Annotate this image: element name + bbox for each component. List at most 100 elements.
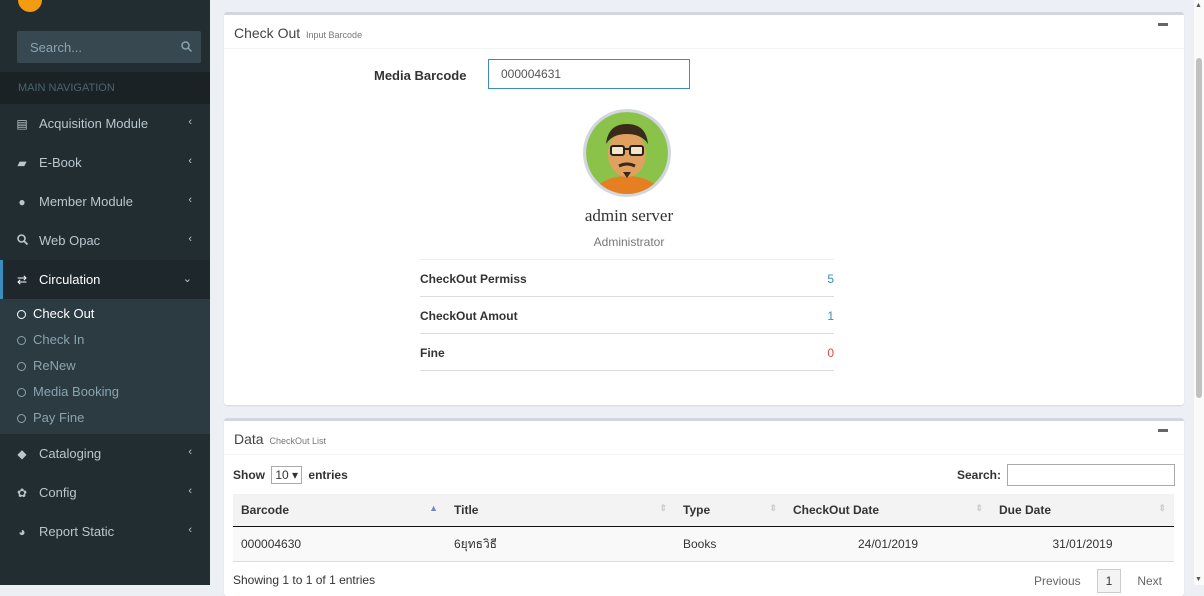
sort-asc-icon: ▲ (429, 503, 438, 513)
logo (18, 0, 42, 12)
cell-checkout-date: 24/01/2019 (785, 526, 991, 562)
avatar (583, 109, 671, 197)
document-icon: ▤ (16, 116, 28, 131)
gear-icon: ✿ (16, 485, 28, 500)
chevron-left-icon: ‹ (188, 524, 192, 536)
submenu-item-label: Check In (33, 332, 85, 347)
search-label: Search: (956, 468, 1001, 482)
box-header: Data CheckOut List (224, 421, 1184, 455)
sidebar-item-config[interactable]: ✿ Config ‹ (0, 473, 210, 512)
submenu-item-media-booking[interactable]: Media Booking (0, 379, 210, 405)
column-header-due-date[interactable]: Due Date ⇕ (991, 494, 1174, 527)
show-label: Show (233, 468, 265, 482)
box-title: Check Out Input Barcode (234, 25, 362, 41)
sidebar-item-circulation[interactable]: ⇄ Circulation ⌄ (0, 260, 210, 299)
page-scrollbar[interactable]: ▲ ▼ (1194, 0, 1204, 585)
box-subtitle: Input Barcode (306, 30, 363, 40)
media-barcode-label: Media Barcode (374, 68, 467, 83)
column-header-label: Title (454, 503, 479, 517)
sidebar-item-member[interactable]: ● Member Module ‹ (0, 182, 210, 221)
scrollbar-thumb[interactable] (1196, 58, 1202, 398)
sidebar-search-input[interactable] (17, 38, 172, 56)
table-search-input[interactable] (1007, 464, 1175, 486)
table-row[interactable]: 000004630 6ยุทธวิธี Books 24/01/2019 31/… (233, 526, 1174, 562)
page-button-current[interactable]: 1 (1096, 569, 1122, 593)
stat-row-amount: CheckOut Amout 1 (420, 297, 834, 334)
sidebar-search (17, 31, 201, 63)
exchange-icon: ⇄ (16, 272, 28, 287)
cell-barcode: 000004630 (233, 526, 446, 562)
chevron-left-icon: ‹ (188, 155, 192, 167)
scroll-up-icon[interactable]: ▲ (1195, 2, 1202, 9)
pagination: Previous 1 Next (1024, 569, 1172, 593)
chevron-left-icon: ‹ (188, 233, 192, 245)
cell-title: 6ยุทธวิธี (446, 526, 675, 562)
media-barcode-input[interactable]: 000004631 (488, 59, 690, 89)
entries-label: entries (308, 468, 348, 482)
main-nav: ▤ Acquisition Module ‹ ▰ E-Book ‹ ● Memb… (0, 104, 210, 551)
column-header-title[interactable]: Title ⇕ (446, 494, 675, 527)
box-title-text: Check Out (234, 25, 301, 41)
tag-icon: ◆ (17, 446, 27, 461)
sidebar-item-report-static[interactable]: ◕ Report Static ‹ (0, 512, 210, 551)
sidebar: MAIN NAVIGATION ▤ Acquisition Module ‹ ▰… (0, 0, 210, 585)
sidebar-item-label: Config (39, 485, 77, 500)
stat-value[interactable]: 0 (827, 346, 834, 360)
table-header-row: Barcode ▲ Title ⇕ Type ⇕ CheckOut Date ⇕ Due… (233, 494, 1174, 527)
submenu-item-label: Check Out (33, 306, 95, 321)
sort-icon: ⇕ (1158, 503, 1166, 513)
collapse-button[interactable] (1158, 429, 1168, 432)
submenu-item-check-out[interactable]: Check Out (0, 301, 210, 327)
checkout-box: Check Out Input Barcode Media Barcode 00… (224, 12, 1184, 405)
circle-icon (17, 335, 26, 345)
table-search: Search: (957, 464, 1175, 486)
user-name-text: admin server (584, 206, 674, 225)
scroll-down-icon[interactable]: ▼ (1195, 576, 1202, 583)
sidebar-item-label: E-Book (39, 155, 82, 170)
sidebar-item-web-opac[interactable]: Web Opac ‹ (0, 221, 210, 260)
submenu-item-check-in[interactable]: Check In (0, 327, 210, 353)
nav-header: MAIN NAVIGATION (0, 72, 210, 104)
sidebar-item-ebook[interactable]: ▰ E-Book ‹ (0, 143, 210, 182)
next-button[interactable]: Next (1127, 570, 1172, 592)
collapse-button[interactable] (1158, 23, 1168, 26)
box-title: Data CheckOut List (234, 431, 326, 447)
box-subtitle: CheckOut List (269, 436, 326, 446)
search-icon[interactable] (172, 40, 201, 55)
book-icon: ▰ (17, 155, 27, 170)
submenu-item-pay-fine[interactable]: Pay Fine (0, 405, 210, 431)
submenu-item-label: ReNew (33, 358, 76, 373)
stat-value[interactable]: 5 (827, 272, 834, 286)
page-length-value: 10 (275, 468, 289, 482)
chevron-left-icon: ‹ (188, 194, 192, 206)
submenu-item-renew[interactable]: ReNew (0, 353, 210, 379)
page-length-control: Show 10 ▾ entries (233, 466, 348, 484)
sidebar-item-label: Report Static (39, 524, 115, 539)
chevron-left-icon: ‹ (188, 446, 192, 458)
sidebar-item-label: Acquisition Module (39, 116, 149, 131)
sidebar-item-label: Web Opac (39, 233, 101, 248)
cell-due-date: 31/01/2019 (991, 526, 1174, 562)
pie-chart-icon: ◕ (18, 524, 26, 539)
chevron-left-icon: ‹ (188, 116, 192, 128)
user-name: admin server (224, 206, 1034, 226)
box-title-text: Data (234, 431, 264, 447)
user-role: Administrator (224, 235, 1034, 249)
sidebar-item-acquisition[interactable]: ▤ Acquisition Module ‹ (0, 104, 210, 143)
column-header-label: Barcode (241, 503, 290, 517)
stat-label: CheckOut Permiss (420, 272, 527, 286)
submenu-item-label: Media Booking (33, 384, 119, 399)
stat-row-fine: Fine 0 (420, 334, 834, 371)
circle-icon (17, 309, 26, 319)
stat-label: CheckOut Amout (420, 309, 518, 323)
column-header-barcode[interactable]: Barcode ▲ (233, 494, 446, 527)
previous-button[interactable]: Previous (1024, 570, 1091, 592)
column-header-checkout-date[interactable]: CheckOut Date ⇕ (785, 494, 991, 527)
stat-value[interactable]: 1 (827, 309, 834, 323)
sidebar-item-cataloging[interactable]: ◆ Cataloging ‹ (0, 434, 210, 473)
circle-icon (17, 413, 26, 423)
sidebar-item-label: Circulation (39, 272, 101, 287)
column-header-label: CheckOut Date (793, 503, 880, 517)
column-header-type[interactable]: Type ⇕ (675, 494, 785, 527)
page-length-select[interactable]: 10 ▾ (271, 466, 303, 484)
